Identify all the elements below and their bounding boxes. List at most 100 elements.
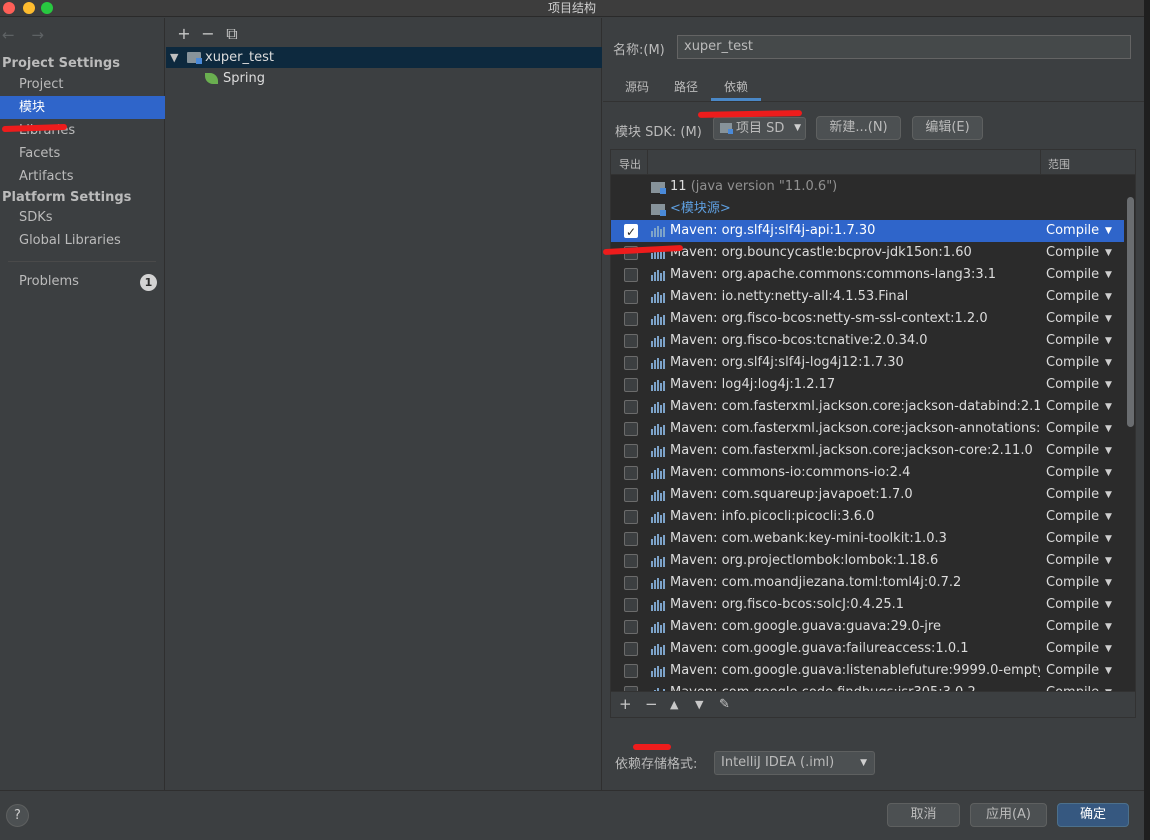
dependency-scope[interactable]: Compile bbox=[1046, 308, 1099, 330]
table-row[interactable]: Maven: com.fasterxml.jackson.core:jackso… bbox=[611, 396, 1124, 418]
table-row-module-source[interactable]: <模块源> bbox=[611, 198, 1124, 220]
dependency-scope[interactable]: Compile bbox=[1046, 352, 1099, 374]
export-checkbox[interactable] bbox=[624, 466, 638, 480]
chevron-down-icon[interactable]: ▼ bbox=[1105, 572, 1112, 594]
dependency-scope[interactable]: Compile bbox=[1046, 484, 1099, 506]
module-name-field[interactable]: xuper_test bbox=[677, 35, 1131, 59]
table-row[interactable]: Maven: com.moandjiezana.toml:toml4j:0.7.… bbox=[611, 572, 1124, 594]
export-checkbox[interactable] bbox=[624, 444, 638, 458]
export-checkbox[interactable] bbox=[624, 532, 638, 546]
table-row[interactable]: Maven: com.google.guava:failureaccess:1.… bbox=[611, 638, 1124, 660]
dependency-scope[interactable]: Compile bbox=[1046, 374, 1099, 396]
copy-module-icon[interactable]: ⧉ bbox=[220, 24, 244, 44]
sidebar-item-sdks[interactable]: SDKs bbox=[0, 206, 165, 229]
export-checkbox[interactable] bbox=[624, 400, 638, 414]
export-checkbox[interactable] bbox=[624, 620, 638, 634]
tab-dependencies[interactable]: 依赖 bbox=[711, 74, 761, 101]
cancel-button[interactable]: 取消 bbox=[887, 803, 960, 827]
dependency-scope[interactable]: Compile bbox=[1046, 264, 1099, 286]
export-checkbox[interactable] bbox=[624, 554, 638, 568]
apply-button[interactable]: 应用(A) bbox=[970, 803, 1047, 827]
ok-button[interactable]: 确定 bbox=[1057, 803, 1129, 827]
dependency-scope[interactable]: Compile bbox=[1046, 396, 1099, 418]
dependency-scope[interactable]: Compile bbox=[1046, 330, 1099, 352]
dependency-scope[interactable]: Compile bbox=[1046, 682, 1099, 691]
sidebar-item-modules[interactable]: 模块 bbox=[0, 96, 165, 119]
export-checkbox[interactable] bbox=[624, 510, 638, 524]
table-row[interactable]: Maven: com.webank:key-mini-toolkit:1.0.3… bbox=[611, 528, 1124, 550]
table-row[interactable]: Maven: com.squareup:javapoet:1.7.0 Compil… bbox=[611, 484, 1124, 506]
dependency-scope[interactable]: Compile bbox=[1046, 616, 1099, 638]
export-checkbox[interactable] bbox=[624, 334, 638, 348]
column-header-scope[interactable]: 范围 bbox=[1048, 156, 1070, 172]
move-down-icon[interactable]: ▼ bbox=[695, 698, 703, 711]
dependency-scope[interactable]: Compile bbox=[1046, 286, 1099, 308]
export-checkbox[interactable] bbox=[624, 576, 638, 590]
tree-node-spring-facet[interactable]: Spring bbox=[166, 68, 602, 89]
table-row[interactable]: ✓ Maven: org.slf4j:slf4j-api:1.7.30 Compil… bbox=[611, 220, 1124, 242]
dependency-scope[interactable]: Compile bbox=[1046, 528, 1099, 550]
new-sdk-button[interactable]: 新建...(N) bbox=[816, 116, 901, 140]
dependency-scope[interactable]: Compile bbox=[1046, 440, 1099, 462]
table-row[interactable]: Maven: org.fisco-bcos:tcnative:2.0.34.0 C… bbox=[611, 330, 1124, 352]
nav-back-forward-icon[interactable]: ← → bbox=[2, 26, 50, 44]
table-row[interactable]: Maven: com.google.guava:guava:29.0-jre Co… bbox=[611, 616, 1124, 638]
table-row[interactable]: Maven: org.slf4j:slf4j-log4j12:1.7.30 Com… bbox=[611, 352, 1124, 374]
chevron-down-icon[interactable]: ▼ bbox=[1105, 374, 1112, 396]
export-checkbox[interactable] bbox=[624, 488, 638, 502]
table-row[interactable]: Maven: io.netty:netty-all:4.1.53.Final Co… bbox=[611, 286, 1124, 308]
chevron-down-icon[interactable]: ▼ bbox=[1105, 594, 1112, 616]
help-button[interactable]: ? bbox=[6, 804, 29, 827]
chevron-down-icon[interactable]: ▼ bbox=[1105, 506, 1112, 528]
tab-sources[interactable]: 源码 bbox=[613, 74, 661, 101]
add-dependency-icon[interactable]: + bbox=[619, 695, 632, 713]
dependency-scope[interactable]: Compile bbox=[1046, 462, 1099, 484]
remove-module-icon[interactable]: − bbox=[196, 24, 220, 43]
column-header-export[interactable]: 导出 bbox=[619, 156, 641, 172]
dependency-scope[interactable]: Compile bbox=[1046, 242, 1099, 264]
sidebar-item-artifacts[interactable]: Artifacts bbox=[0, 165, 165, 188]
chevron-down-icon[interactable]: ▼ bbox=[1105, 264, 1112, 286]
module-sdk-select[interactable]: 项目 SD ▼ bbox=[713, 117, 806, 140]
sidebar-item-problems[interactable]: Problems 1 bbox=[0, 270, 165, 293]
edit-sdk-button[interactable]: 编辑(E) bbox=[912, 116, 983, 140]
table-row[interactable]: Maven: org.fisco-bcos:solcJ:0.4.25.1 Comp… bbox=[611, 594, 1124, 616]
chevron-down-icon[interactable]: ▼ bbox=[1105, 660, 1112, 682]
chevron-down-icon[interactable]: ▼ bbox=[1105, 418, 1112, 440]
table-row[interactable]: Maven: commons-io:commons-io:2.4 Compile ▼ bbox=[611, 462, 1124, 484]
export-checkbox[interactable] bbox=[624, 422, 638, 436]
table-row[interactable]: Maven: com.google.guava:listenablefuture… bbox=[611, 660, 1124, 682]
chevron-down-icon[interactable]: ▼ bbox=[1105, 242, 1112, 264]
chevron-down-icon[interactable]: ▼ bbox=[1105, 286, 1112, 308]
tree-node-module[interactable]: ▼ xuper_test bbox=[166, 47, 602, 68]
dependency-scope[interactable]: Compile bbox=[1046, 506, 1099, 528]
chevron-down-icon[interactable]: ▼ bbox=[1105, 330, 1112, 352]
chevron-down-icon[interactable]: ▼ bbox=[1105, 638, 1112, 660]
export-checkbox[interactable] bbox=[624, 290, 638, 304]
export-checkbox[interactable] bbox=[624, 598, 638, 612]
export-checkbox[interactable]: ✓ bbox=[624, 224, 638, 239]
export-checkbox[interactable] bbox=[624, 312, 638, 326]
chevron-down-icon[interactable]: ▼ bbox=[1105, 682, 1112, 691]
table-row-sdk[interactable]: 11 (java version "11.0.6") bbox=[611, 176, 1124, 198]
table-row[interactable]: Maven: org.projectlombok:lombok:1.18.6 Co… bbox=[611, 550, 1124, 572]
chevron-down-icon[interactable]: ▼ bbox=[1105, 220, 1112, 242]
table-row[interactable]: Maven: info.picocli:picocli:3.6.0 Compile… bbox=[611, 506, 1124, 528]
dependency-scope[interactable]: Compile bbox=[1046, 660, 1099, 682]
export-checkbox[interactable] bbox=[624, 664, 638, 678]
chevron-down-icon[interactable]: ▼ bbox=[1105, 616, 1112, 638]
chevron-down-icon[interactable]: ▼ bbox=[1105, 440, 1112, 462]
dependency-scope[interactable]: Compile bbox=[1046, 572, 1099, 594]
table-row[interactable]: Maven: com.fasterxml.jackson.core:jackso… bbox=[611, 418, 1124, 440]
chevron-down-icon[interactable]: ▼ bbox=[1105, 528, 1112, 550]
table-scrollbar[interactable] bbox=[1127, 197, 1134, 427]
export-checkbox[interactable] bbox=[624, 268, 638, 282]
dependency-scope[interactable]: Compile bbox=[1046, 594, 1099, 616]
table-row[interactable]: Maven: org.apache.commons:commons-lang3:… bbox=[611, 264, 1124, 286]
table-row[interactable]: Maven: com.fasterxml.jackson.core:jackso… bbox=[611, 440, 1124, 462]
chevron-down-icon[interactable]: ▼ bbox=[1105, 396, 1112, 418]
tab-paths[interactable]: 路径 bbox=[662, 74, 710, 101]
sidebar-item-project[interactable]: Project bbox=[0, 73, 165, 96]
chevron-down-icon[interactable]: ▼ bbox=[1105, 550, 1112, 572]
chevron-down-icon[interactable]: ▼ bbox=[1105, 352, 1112, 374]
